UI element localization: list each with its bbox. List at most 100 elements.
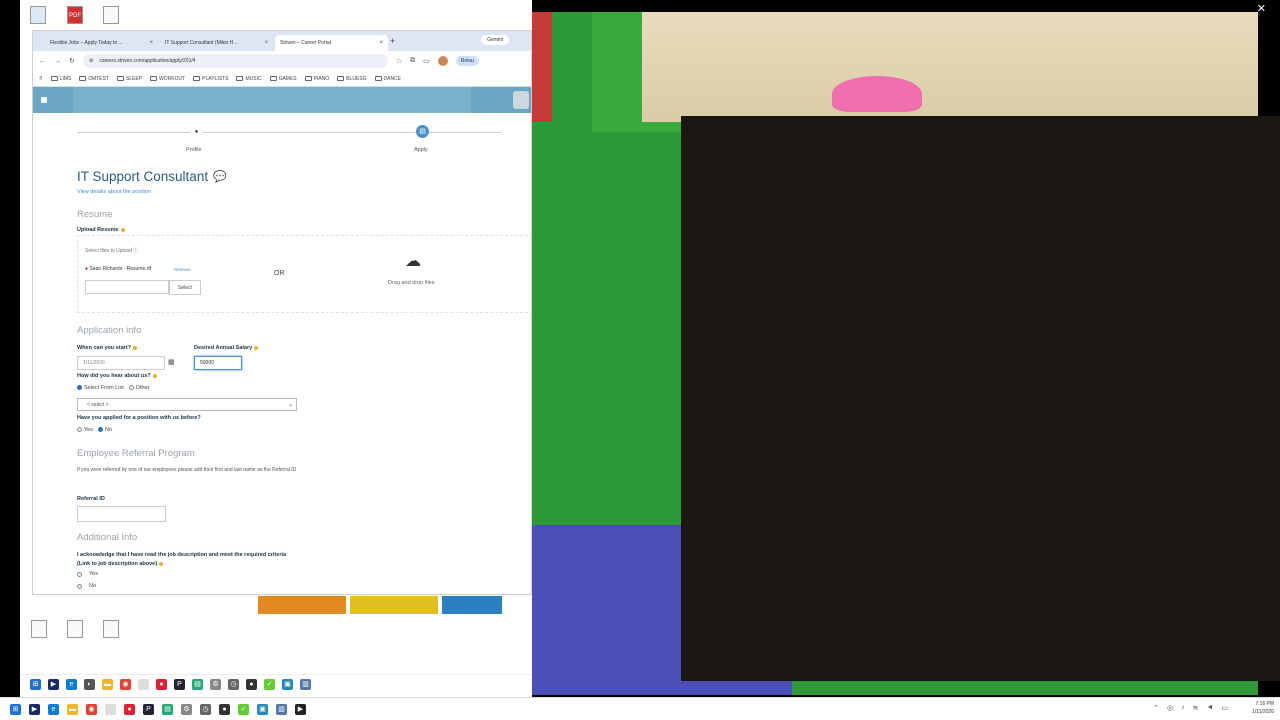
back-icon[interactable]: ← [39,58,46,65]
close-icon[interactable]: ✕ [1257,2,1266,15]
chat-icon[interactable]: 💬 [213,170,227,183]
new-tab-icon[interactable]: + [390,36,402,46]
upload-dropzone[interactable] [77,235,531,313]
applied-no-radio[interactable]: No [97,427,112,433]
split-icon[interactable]: ▭ [423,57,430,65]
relaunch-button[interactable]: Relau [455,56,479,66]
referral-id-input[interactable] [77,506,166,522]
bookmark-folder[interactable]: SLEEP [116,76,142,82]
close-icon[interactable]: × [264,40,268,46]
star-icon[interactable]: ☆ [396,57,402,65]
app-icon[interactable]: ✓ [264,679,275,690]
wifi-icon[interactable]: ≋ [1193,704,1199,712]
app-icon[interactable]: P [174,679,185,690]
battery-icon[interactable]: ▭ [1221,704,1228,712]
step-apply-icon[interactable]: ▤ [416,125,429,138]
bookmark-folder[interactable]: DMTEST [79,76,109,82]
bookmark-folder[interactable]: DANCE [374,76,401,82]
folder-icon[interactable]: ▬ [67,703,78,715]
calendar-icon[interactable]: ▦ [168,358,175,366]
extension-icon[interactable]: ⧉ [410,57,415,65]
cloud-upload-icon[interactable]: ☁ [405,251,421,271]
start-date-input[interactable]: 1/11/2026 [77,356,165,370]
play-icon[interactable]: ▶ [295,703,306,715]
bookmark-folder[interactable]: LIMS [50,76,71,82]
salary-input[interactable]: 50000 [194,356,242,370]
profile-avatar[interactable] [437,56,448,66]
select-button[interactable]: Select [169,280,201,295]
app-icon[interactable]: ▥ [276,703,287,715]
app-icon[interactable]: ▣ [282,679,293,690]
ack-yes-radio[interactable]: Yes [77,571,98,577]
clock[interactable]: 7:16 PM 1/11/2026 [1252,700,1274,716]
chrome-icon[interactable]: ◉ [120,679,131,690]
tab-it-support[interactable]: IT Support Consultant (Miles H... × [160,35,273,51]
select-from-list-radio[interactable]: Select From List [77,385,124,391]
app-icon[interactable]: P [143,703,154,715]
close-icon[interactable]: × [379,40,383,46]
bookmark-label: PLAYLISTS [202,75,229,82]
volume-icon[interactable]: ◄ [1206,704,1213,712]
pdf-file-icon[interactable]: PDF [60,6,90,26]
bookmark-folder[interactable]: PIANO [304,76,329,82]
app-icon[interactable]: ◐ [84,679,95,690]
document-icon[interactable] [96,620,126,640]
bookmark-folder[interactable]: WORKOUT [150,76,185,82]
forward-icon[interactable]: → [54,58,61,65]
app-icon[interactable]: ▶ [48,679,59,690]
chrome-icon[interactable]: ◉ [86,703,97,715]
network-icon[interactable]: ◎ [1167,704,1173,712]
view-details-link[interactable]: View details about the position [77,189,151,195]
file-input[interactable] [85,280,169,294]
start-icon[interactable]: ⊞ [10,703,21,715]
app-icon[interactable]: ● [156,679,167,690]
clock-icon[interactable]: ◷ [200,703,211,715]
file-icon[interactable] [105,703,116,715]
remove-file-link[interactable]: Remove [174,267,191,272]
tab-strip: Flexible Jobs – Apply Today to ... × IT S… [33,31,531,51]
document-icon[interactable] [96,6,126,26]
document-icon[interactable] [60,620,90,640]
recycle-bin-icon[interactable] [23,6,53,26]
apps-icon[interactable]: ⠿ [39,76,43,82]
app-icon[interactable]: ▥ [300,679,311,690]
microphone-icon[interactable]: ♪ [1181,704,1185,712]
settings-icon[interactable]: ⚙ [210,679,221,690]
bookmark-folder[interactable]: PLAYLISTS [193,76,228,82]
bookmark-folder[interactable]: BLUESG [337,76,367,82]
gemini-button[interactable]: Gemini [481,35,509,45]
app-icon[interactable]: ● [219,703,230,715]
bookmark-folder[interactable]: GAMES [269,76,297,82]
bookmark-folder[interactable]: MUSIC [236,76,262,82]
clock-icon[interactable]: ◷ [228,679,239,690]
close-icon[interactable]: × [149,40,153,46]
document-icon[interactable] [24,620,54,640]
tab-striven[interactable]: Striven – Career Portal × [275,35,388,51]
applied-yes-radio[interactable]: Yes [77,427,93,433]
edge-icon[interactable]: e [48,703,59,715]
ack-no-radio[interactable]: No [77,583,96,589]
folder-icon[interactable]: ▬ [102,679,113,690]
app-icon[interactable]: ▶ [29,703,40,715]
app-icon[interactable]: ● [246,679,257,690]
app-icon[interactable]: ▣ [257,703,268,715]
site-info-icon[interactable]: ⚙ [89,58,93,64]
url-field[interactable]: ⚙ careers.striven.com/application/apply/2… [82,54,388,68]
step-profile-icon[interactable]: ● [190,126,203,139]
chevron-up-icon[interactable]: ⌃ [1153,704,1159,712]
reload-icon[interactable]: ↻ [69,57,75,65]
source-select[interactable]: < select > ⌄ [77,398,297,411]
other-radio[interactable]: Other [128,385,150,391]
settings-icon[interactable]: ⚙ [181,703,192,715]
tab-flexible-jobs[interactable]: Flexible Jobs – Apply Today to ... × [45,35,158,51]
user-avatar[interactable] [513,91,529,109]
start-icon[interactable]: ⊞ [30,679,41,690]
menu-icon[interactable] [41,97,47,103]
app-icon[interactable]: ● [124,703,135,715]
app-icon[interactable]: ▤ [192,679,203,690]
referral-section-title: Employee Referral Program [77,448,195,459]
edge-icon[interactable]: e [66,679,77,690]
app-icon[interactable]: ▤ [162,703,173,715]
app-icon[interactable]: ✓ [238,703,249,715]
file-icon[interactable] [138,679,149,690]
